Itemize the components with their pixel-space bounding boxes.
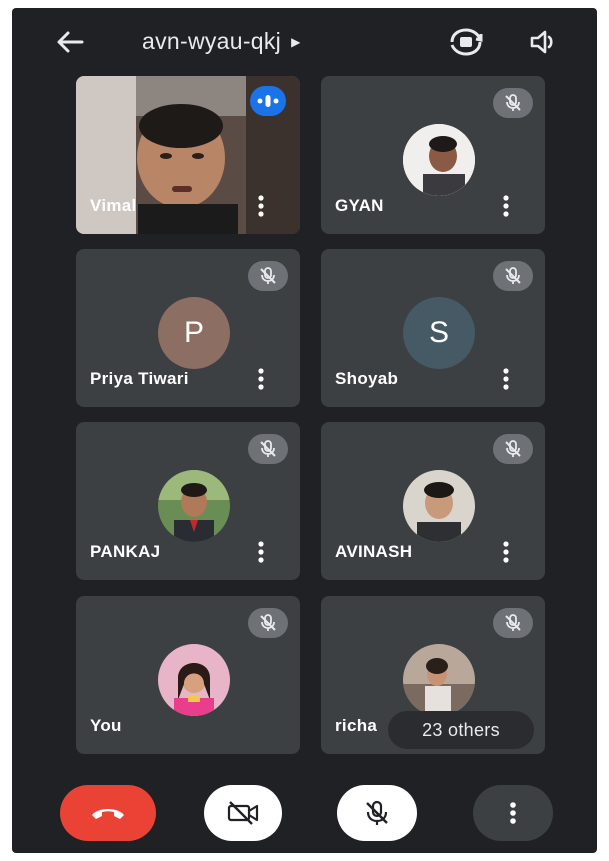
more-vert-icon xyxy=(258,368,264,390)
participant-name: richa xyxy=(335,716,378,735)
more-vert-icon xyxy=(503,195,509,217)
participant-options-button[interactable] xyxy=(499,194,513,218)
mic-muted-badge xyxy=(248,608,288,638)
participant-avatar xyxy=(158,644,230,716)
more-vert-icon xyxy=(510,802,516,824)
participant-name: You xyxy=(90,716,122,735)
mic-off-icon xyxy=(366,800,388,825)
participant-tile-you[interactable]: You xyxy=(76,596,300,754)
camera-flip-icon xyxy=(450,28,483,56)
audio-level-icon xyxy=(257,95,279,107)
participant-avatar xyxy=(158,470,230,542)
end-call-button[interactable] xyxy=(60,785,156,841)
mic-muted-badge xyxy=(493,434,533,464)
meeting-code: avn-wyau-qkj xyxy=(142,28,282,54)
participant-avatar xyxy=(403,644,475,716)
phone-hangup-icon xyxy=(92,809,124,819)
mic-muted-badge xyxy=(493,261,533,291)
avatar-photo xyxy=(403,124,475,196)
avatar-photo xyxy=(403,644,475,716)
avatar-photo xyxy=(403,470,475,542)
speaker-icon xyxy=(530,30,553,54)
participant-name: Shoyab xyxy=(335,369,399,388)
participant-tile-shoyab[interactable]: S Shoyab xyxy=(321,249,545,407)
top-bar: avn-wyau-qkj ▶ xyxy=(12,8,597,74)
audio-output-button[interactable] xyxy=(525,24,563,60)
participant-options-button[interactable] xyxy=(254,540,268,564)
participant-options-button[interactable] xyxy=(499,540,513,564)
mic-off-icon xyxy=(505,440,521,457)
participant-options-button[interactable] xyxy=(254,367,268,391)
mic-off-icon xyxy=(505,267,521,284)
more-vert-icon xyxy=(258,195,264,217)
more-vert-icon xyxy=(258,541,264,563)
speaking-indicator xyxy=(250,86,286,116)
meet-call-screen: avn-wyau-qkj ▶ Vimal GYAN P Priya Tiwari… xyxy=(12,8,597,853)
switch-camera-button[interactable] xyxy=(447,24,485,60)
mic-off-icon xyxy=(260,267,276,284)
arrow-left-icon xyxy=(57,31,84,53)
participant-name: AVINASH xyxy=(335,542,413,561)
participant-avatar: S xyxy=(403,297,475,369)
back-button[interactable] xyxy=(52,24,88,60)
participant-name: GYAN xyxy=(335,196,384,215)
mic-muted-badge xyxy=(493,88,533,118)
participant-options-button[interactable] xyxy=(499,367,513,391)
participant-name: Priya Tiwari xyxy=(90,369,189,388)
participant-tile-vimal[interactable]: Vimal xyxy=(76,76,300,234)
avatar-photo xyxy=(158,470,230,542)
participant-tile-avinash[interactable]: AVINASH xyxy=(321,422,545,580)
caret-right-icon: ▶ xyxy=(291,34,301,49)
toggle-mic-button[interactable] xyxy=(337,785,417,841)
camera-off-icon xyxy=(227,801,259,825)
participant-name: Vimal xyxy=(90,196,137,215)
more-vert-icon xyxy=(503,541,509,563)
participant-name: PANKAJ xyxy=(90,542,161,561)
others-count-pill[interactable]: 23 others xyxy=(388,711,534,749)
participant-options-button[interactable] xyxy=(254,194,268,218)
meeting-code-button[interactable]: avn-wyau-qkj ▶ xyxy=(142,28,301,55)
participant-avatar xyxy=(403,470,475,542)
participant-tile-pankaj[interactable]: PANKAJ xyxy=(76,422,300,580)
avatar-photo xyxy=(158,644,230,716)
more-vert-icon xyxy=(503,368,509,390)
participant-avatar: P xyxy=(158,297,230,369)
mic-off-icon xyxy=(505,614,521,631)
mic-off-icon xyxy=(260,440,276,457)
toggle-camera-button[interactable] xyxy=(204,785,282,841)
more-options-button[interactable] xyxy=(473,785,553,841)
mic-muted-badge xyxy=(248,434,288,464)
mic-muted-badge xyxy=(248,261,288,291)
participant-tile-priya-tiwari[interactable]: P Priya Tiwari xyxy=(76,249,300,407)
participant-tile-gyan[interactable]: GYAN xyxy=(321,76,545,234)
mic-off-icon xyxy=(505,94,521,111)
mic-off-icon xyxy=(260,614,276,631)
mic-muted-badge xyxy=(493,608,533,638)
participant-avatar xyxy=(403,124,475,196)
